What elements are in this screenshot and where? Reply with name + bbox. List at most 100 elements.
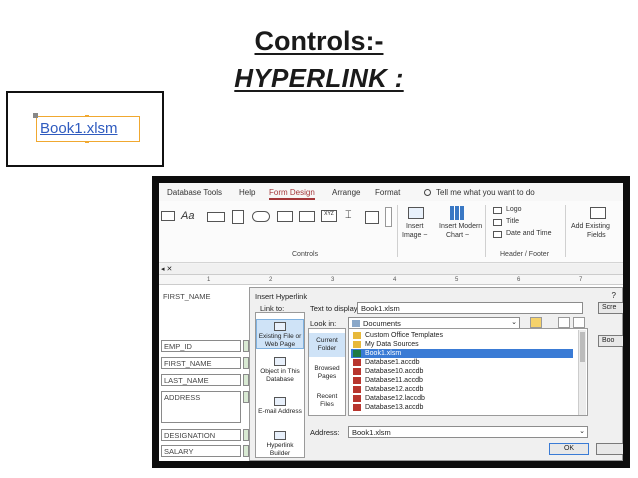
browsed-pages-button[interactable]: Browsed Pages (309, 361, 345, 385)
slide-title-text: Controls:- (254, 26, 384, 56)
form-label[interactable]: FIRST_NAME (161, 357, 241, 369)
insert-image-label-1[interactable]: Insert (406, 223, 424, 230)
insert-chart-label-2[interactable]: Chart ~ (446, 232, 469, 239)
file-list-item[interactable]: Database10.accdb (351, 367, 573, 376)
globe-file-icon (274, 322, 286, 331)
chevron-down-icon[interactable]: ⌄ (579, 427, 585, 435)
file-list-item[interactable]: Database13.accdb (351, 403, 573, 412)
tell-me-text: Tell me what you want to do (436, 188, 535, 197)
current-folder-button[interactable]: Current Folder (309, 333, 345, 357)
add-fields-label-2[interactable]: Fields (587, 232, 606, 239)
browse-file-icon[interactable] (573, 317, 585, 328)
link-to-object-in-database[interactable]: Object in This Database (256, 355, 304, 385)
hyperlink-control-preview: Book1.xlsm (6, 91, 164, 167)
divider (397, 205, 398, 257)
insert-image-icon[interactable] (408, 207, 424, 219)
link-to-existing-file[interactable]: Existing File or Web Page (256, 319, 304, 349)
look-in-label: Look in: (310, 319, 337, 328)
file-list-item[interactable]: Book1.xlsm (351, 349, 573, 358)
ribbon-tab-bar: Database Tools Help Form Design Arrange … (159, 183, 623, 201)
button-control-icon[interactable] (207, 212, 225, 222)
tab-format[interactable]: Format (375, 188, 400, 197)
divider (565, 205, 566, 257)
insert-chart-label-1[interactable]: Insert Modern (439, 223, 482, 230)
ruler-tick: 1 (207, 277, 211, 283)
ruler-tick: 4 (393, 277, 397, 283)
form-label[interactable]: EMP_ID (161, 340, 241, 352)
help-icon[interactable]: ? (612, 291, 616, 300)
access-file-icon (353, 386, 361, 393)
scrollbar-thumb[interactable] (580, 332, 585, 362)
title-label[interactable]: Title (506, 218, 519, 225)
file-list-item[interactable]: My Data Sources (351, 340, 573, 349)
address-label: Address: (310, 428, 340, 437)
form-label[interactable]: DESIGNATION (161, 429, 241, 441)
logo-icon[interactable] (493, 207, 502, 214)
insert-image-label-2[interactable]: Image ~ (402, 232, 428, 239)
form-label[interactable]: LAST_NAME (161, 374, 241, 386)
option-group-icon[interactable]: XYZ (321, 210, 337, 222)
resize-handle[interactable] (85, 115, 89, 117)
divider (485, 205, 486, 257)
folder-icon (353, 341, 361, 348)
ok-button[interactable]: OK (549, 443, 589, 455)
date-time-label[interactable]: Date and Time (506, 230, 552, 237)
slide-title: Controls:- (0, 26, 638, 57)
screentip-button[interactable]: Scre (598, 302, 623, 314)
tab-form-design[interactable]: Form Design (269, 188, 315, 200)
text-to-display-label: Text to display: (310, 304, 360, 313)
combo-box-icon[interactable] (365, 211, 379, 224)
bookmark-button[interactable]: Boo (598, 335, 623, 347)
file-name: Database1.accdb (365, 359, 420, 366)
chevron-down-icon[interactable]: ⌄ (511, 318, 517, 326)
link-to-email-label: E-mail Address (258, 408, 302, 415)
close-tab-icon[interactable]: ◂ ✕ (161, 265, 172, 273)
link-to-email-address[interactable]: E-mail Address (256, 395, 304, 423)
add-fields-icon[interactable] (590, 207, 606, 219)
file-list-item[interactable]: Database12.laccdb (351, 394, 573, 403)
textbox-control-icon[interactable] (161, 211, 175, 221)
database-object-icon (274, 357, 286, 366)
form-label[interactable]: FIRST_NAME (161, 291, 241, 303)
file-list-item[interactable]: Database11.accdb (351, 376, 573, 385)
file-name: Custom Office Templates (365, 332, 443, 339)
form-label[interactable]: SALARY (161, 445, 241, 457)
add-fields-label-1[interactable]: Add Existing (571, 223, 610, 230)
file-list-scrollbar[interactable] (578, 330, 586, 415)
chart-icon[interactable] (450, 206, 464, 220)
screenshot-frame: Database Tools Help Form Design Arrange … (152, 176, 630, 468)
file-name: Database12.accdb (365, 386, 424, 393)
tab-control-icon[interactable] (232, 210, 244, 224)
file-list-item[interactable]: Custom Office Templates (351, 331, 573, 340)
tell-me-box[interactable]: Tell me what you want to do (424, 188, 535, 197)
hyperlink-control-icon[interactable] (252, 211, 270, 222)
recent-files-button[interactable]: Recent Files (309, 389, 345, 413)
documents-folder-icon (352, 320, 360, 327)
label-control-icon[interactable]: Aa (181, 210, 194, 222)
file-name: Book1.xlsm (365, 350, 402, 357)
address-input[interactable]: Book1.xlsm ⌄ (348, 426, 588, 438)
calendar-icon[interactable] (493, 231, 502, 238)
controls-gallery-scroll[interactable] (385, 207, 392, 227)
navigation-control-icon[interactable] (299, 211, 315, 222)
tab-database-tools[interactable]: Database Tools (167, 188, 222, 197)
page-break-icon[interactable]: ⌶ (345, 209, 352, 222)
hyperlink-text[interactable]: Book1.xlsm (40, 120, 118, 137)
file-list-item[interactable]: Database12.accdb (351, 385, 573, 394)
browse-web-icon[interactable] (558, 317, 570, 328)
tab-help[interactable]: Help (239, 188, 255, 197)
hyperlink-control[interactable]: Book1.xlsm (33, 113, 140, 143)
move-handle[interactable] (33, 113, 38, 118)
tab-arrange[interactable]: Arrange (332, 188, 360, 197)
form-label[interactable]: ADDRESS (161, 391, 241, 423)
access-file-icon (353, 368, 361, 375)
file-list-item[interactable]: Database1.accdb (351, 358, 573, 367)
logo-label[interactable]: Logo (506, 206, 522, 213)
up-folder-icon[interactable] (530, 317, 542, 328)
text-to-display-input[interactable]: Book1.xlsm (357, 302, 583, 314)
web-browser-control-icon[interactable] (277, 211, 293, 222)
cancel-button[interactable] (596, 443, 623, 455)
link-to-hyperlink-builder[interactable]: Hyperlink Builder (256, 429, 304, 457)
title-icon[interactable] (493, 219, 502, 226)
resize-handle[interactable] (85, 141, 89, 143)
